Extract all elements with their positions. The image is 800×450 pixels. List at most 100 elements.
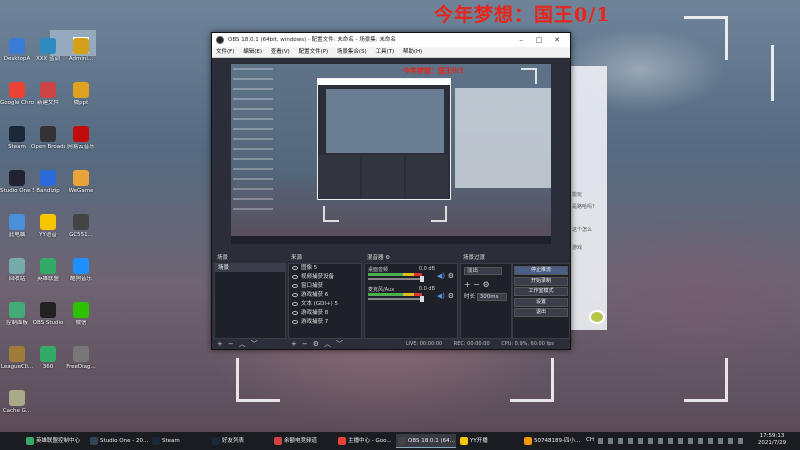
add-transition-button[interactable]: + bbox=[464, 280, 471, 289]
menu-scene-collection[interactable]: 场景集合(S) bbox=[337, 49, 367, 55]
scenes-list[interactable]: 场景 bbox=[214, 263, 286, 339]
eye-icon[interactable] bbox=[292, 310, 298, 315]
desktop-icon[interactable]: Bandizip bbox=[31, 170, 65, 194]
chat-window[interactable]: 能玩 是路哈吗? 这个怎么 游戏 bbox=[569, 66, 607, 330]
desktop-icon[interactable]: WeGame bbox=[64, 170, 98, 194]
desktop-icon[interactable]: 新建文件 bbox=[31, 82, 65, 106]
speaker-icon[interactable]: ◀) bbox=[437, 272, 445, 280]
stop-streaming-button[interactable]: 停止推流 bbox=[514, 266, 568, 275]
desktop-icon-label: OBS Studio bbox=[32, 320, 64, 326]
desktop-icon[interactable]: 网易云音乐 bbox=[64, 126, 98, 150]
desktop-icon[interactable]: Google Chrome bbox=[0, 82, 34, 106]
desktop-icon[interactable]: 微ppt bbox=[64, 82, 98, 106]
transitions-body: 淡出 + − ⚙ 时长 300ms bbox=[460, 263, 512, 339]
desktop-icon[interactable]: Cache G... bbox=[0, 390, 34, 414]
source-item[interactable]: 文本 (GDI+) 5 bbox=[289, 300, 361, 309]
volume-slider[interactable] bbox=[368, 296, 424, 302]
clock[interactable]: 17:59:13 2021/7/29 bbox=[750, 433, 794, 447]
source-item[interactable]: 游戏捕获 7 bbox=[289, 318, 361, 327]
taskbar-item[interactable]: Studio One - 20... bbox=[88, 434, 148, 448]
start-recording-button[interactable]: 开始录制 bbox=[514, 276, 568, 286]
taskbar-item[interactable]: Steam bbox=[150, 434, 208, 448]
volume-slider[interactable] bbox=[368, 276, 424, 282]
desktop-icon[interactable]: YY语音 bbox=[31, 214, 65, 238]
scenes-dock: 场景 场景 + − ︿ ﹀ bbox=[214, 253, 286, 349]
avatar[interactable] bbox=[589, 310, 605, 324]
menu-tools[interactable]: 工具(T) bbox=[375, 49, 394, 55]
taskbar-item[interactable]: 好友列表 bbox=[210, 434, 270, 448]
menu-profile[interactable]: 配置文件(P) bbox=[299, 49, 329, 55]
desktop-icon[interactable]: 控制面板 bbox=[0, 302, 34, 326]
desktop-icon[interactable]: Studio One 5 bbox=[0, 170, 34, 194]
app-icon bbox=[524, 437, 532, 445]
desktop-icon[interactable]: 360 bbox=[31, 346, 65, 370]
menu-file[interactable]: 文件(F) bbox=[216, 49, 234, 55]
desktop-icon[interactable]: Open Broadcast... bbox=[31, 126, 65, 150]
scene-item[interactable]: 场景 bbox=[215, 264, 285, 272]
source-item[interactable]: 游戏捕获 8 bbox=[289, 309, 361, 318]
desktop-icon[interactable]: FreeDiag... bbox=[64, 346, 98, 370]
source-item[interactable]: 视频捕获设备 bbox=[289, 273, 361, 282]
preview-obs-window bbox=[317, 78, 451, 200]
eye-icon[interactable] bbox=[292, 301, 298, 306]
rec-status: REC: 00:00:00 bbox=[453, 341, 490, 347]
maximize-button[interactable]: □ bbox=[530, 33, 548, 47]
eye-icon[interactable] bbox=[292, 319, 298, 324]
desktop-icon[interactable]: GC551... bbox=[64, 214, 98, 238]
menu-edit[interactable]: 编辑(E) bbox=[243, 49, 262, 55]
taskbar-item[interactable]: OBS 18.0.1 (64... bbox=[396, 434, 456, 448]
app-icon bbox=[9, 390, 25, 406]
desktop-icon-label: Open Broadcast... bbox=[31, 144, 65, 150]
desktop-icon[interactable]: 此电脑 bbox=[0, 214, 34, 238]
desktop-icon[interactable]: 英雄联盟 bbox=[31, 258, 65, 282]
language-indicator[interactable]: CH bbox=[586, 437, 594, 443]
transition-select[interactable]: 淡出 bbox=[464, 266, 502, 275]
gear-icon[interactable]: ⚙ bbox=[385, 255, 390, 261]
sources-dock: 来源 图像 5 视频捕获设备 窗口捕获 游戏捕获 6 文本 (GDI+) 5 游… bbox=[288, 253, 362, 349]
taskbar-item[interactable]: 英雄联盟控制中心 bbox=[24, 434, 86, 448]
source-item[interactable]: 游戏捕获 6 bbox=[289, 291, 361, 300]
obs-titlebar[interactable]: OBS 18.0.1 (64bit, windows) - 配置文件: 未命名 … bbox=[212, 33, 570, 47]
exit-button[interactable]: 退出 bbox=[514, 308, 568, 317]
preview-canvas[interactable]: 今年梦想：国王0/1 bbox=[231, 64, 551, 244]
cpu-status: CPU: 0.9%, 60.00 fps bbox=[501, 341, 554, 347]
desktop-icon[interactable]: DesktopA bbox=[0, 38, 34, 62]
desktop-icon[interactable]: 微信 bbox=[64, 302, 98, 326]
close-button[interactable]: ✕ bbox=[548, 33, 566, 47]
eye-icon[interactable] bbox=[292, 292, 298, 297]
eye-icon[interactable] bbox=[292, 265, 298, 270]
eye-icon[interactable] bbox=[292, 283, 298, 288]
tray-icons[interactable] bbox=[598, 438, 748, 444]
preview-chat-window bbox=[455, 88, 551, 188]
mixer-dock: 混音器 ⚙ 桌面音频 0.0 dB ◀) ⚙ 麦克风/Aux 0.0 dB ◀)… bbox=[364, 253, 458, 349]
remove-transition-button[interactable]: − bbox=[473, 280, 480, 289]
duration-input[interactable]: 300ms bbox=[476, 292, 507, 301]
menu-help[interactable]: 帮助(H) bbox=[403, 49, 422, 55]
desktop-icon[interactable]: Admini... bbox=[64, 38, 98, 62]
gear-icon[interactable]: ⚙ bbox=[448, 272, 454, 280]
obs-window[interactable]: OBS 18.0.1 (64bit, windows) - 配置文件: 未命名 … bbox=[211, 32, 571, 350]
settings-button[interactable]: 设置 bbox=[514, 297, 568, 307]
eye-icon[interactable] bbox=[292, 274, 298, 279]
speaker-icon[interactable]: ◀) bbox=[437, 292, 445, 300]
desktop-icon[interactable]: 回收站 bbox=[0, 258, 34, 282]
desktop-icon[interactable]: XXX 蓝调 bbox=[31, 38, 65, 62]
desktop-icon[interactable]: Steam bbox=[0, 126, 34, 150]
source-item[interactable]: 图像 5 bbox=[289, 264, 361, 273]
taskbar-item[interactable]: 余额电竞频道 bbox=[272, 434, 334, 448]
desktop-icon-label: Google Chrome bbox=[0, 100, 34, 106]
desktop-icon[interactable]: LeagueCli... bbox=[0, 346, 34, 370]
taskbar-item[interactable]: 主播中心 - Goo... bbox=[336, 434, 394, 448]
sources-list[interactable]: 图像 5 视频捕获设备 窗口捕获 游戏捕获 6 文本 (GDI+) 5 游戏捕获… bbox=[288, 263, 362, 339]
source-item[interactable]: 窗口捕获 bbox=[289, 282, 361, 291]
desktop-icon[interactable]: 酷狗音乐 bbox=[64, 258, 98, 282]
minimize-button[interactable]: – bbox=[512, 33, 530, 47]
controls-body: 停止推流 开始录制 工作室模式 设置 退出 bbox=[512, 263, 570, 339]
studio-mode-button[interactable]: 工作室模式 bbox=[514, 287, 568, 296]
menu-view[interactable]: 查看(V) bbox=[271, 49, 290, 55]
desktop-icon[interactable]: OBS Studio bbox=[31, 302, 65, 326]
gear-icon[interactable]: ⚙ bbox=[483, 280, 490, 289]
taskbar-item[interactable]: YY开播 bbox=[458, 434, 520, 448]
app-icon bbox=[9, 170, 25, 186]
gear-icon[interactable]: ⚙ bbox=[448, 292, 454, 300]
